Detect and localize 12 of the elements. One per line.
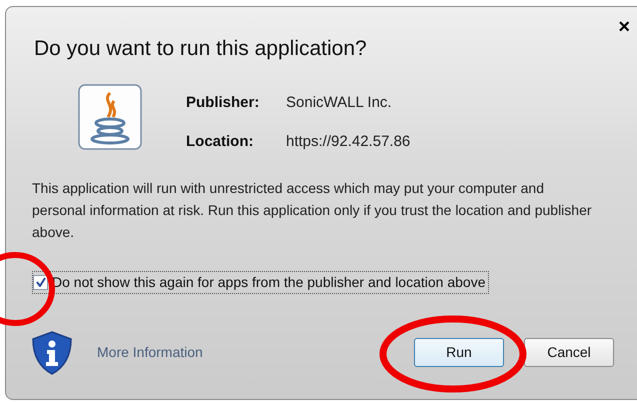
dialog-button[interactable]: Cancel (524, 338, 614, 367)
field-value: SonicWALL Inc. (286, 93, 393, 113)
more-information-link[interactable]: More Information (97, 342, 203, 363)
checkbox[interactable] (33, 274, 48, 290)
field-label: Location: (186, 132, 254, 152)
dialog-title: Do you want to run this application? (34, 36, 367, 62)
check-icon (36, 277, 46, 287)
field-label: Publisher: (186, 93, 260, 113)
warning-text: This application will run with unrestricted access which may put your computer and personal information at risk. Run this application only if you trust the location and publisher above. (32, 178, 592, 242)
dialog-button[interactable]: Run (414, 338, 504, 367)
close-button[interactable]: × (618, 17, 630, 37)
field-value: https://92.42.57.86 (286, 132, 410, 152)
